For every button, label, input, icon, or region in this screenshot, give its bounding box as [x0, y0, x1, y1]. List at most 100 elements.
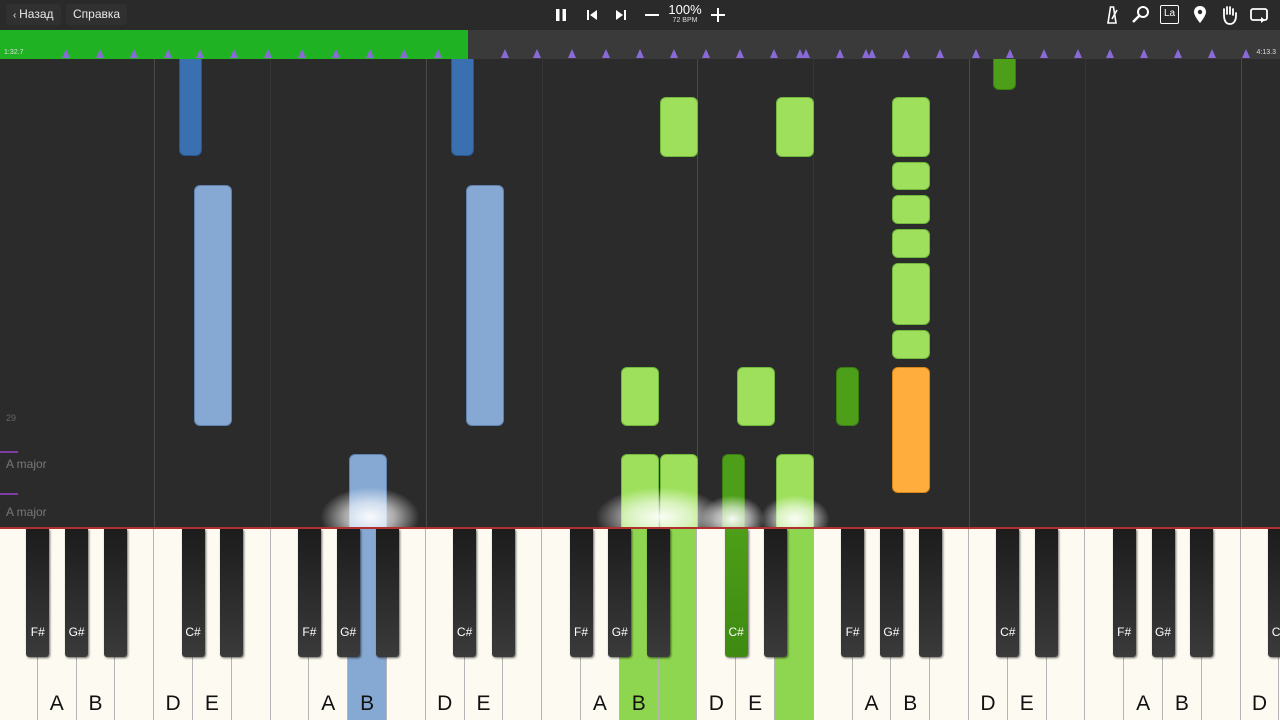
- key-label: B: [1174, 692, 1189, 715]
- black-key[interactable]: F#: [26, 529, 50, 657]
- key-label: C#: [728, 625, 744, 639]
- back-button[interactable]: ‹ Назад: [6, 4, 61, 25]
- timeline-marker: [902, 49, 910, 58]
- timeline-marker: [130, 49, 138, 58]
- black-key[interactable]: C#: [453, 529, 477, 657]
- plus-icon: [711, 8, 725, 22]
- timeline-marker: [298, 49, 306, 58]
- timeline-marker: [736, 49, 744, 58]
- black-key[interactable]: C#: [724, 529, 748, 657]
- falling-note: [836, 367, 859, 426]
- black-key[interactable]: G#: [65, 529, 89, 657]
- key-label: A: [1136, 692, 1151, 715]
- skip-back-button[interactable]: [581, 4, 603, 26]
- tempo-bpm: 72 BPM: [672, 17, 698, 24]
- location-pin-icon: [1194, 6, 1206, 23]
- measure-line: [969, 59, 970, 527]
- falling-note: [776, 454, 814, 527]
- search-button[interactable]: [1130, 4, 1152, 26]
- location-button[interactable]: [1189, 4, 1211, 26]
- key-label: C#: [185, 625, 201, 639]
- timeline-marker: [62, 49, 70, 58]
- piano-roll: A major A major 29: [0, 59, 1280, 527]
- black-key[interactable]: [763, 529, 787, 657]
- falling-note: [892, 97, 930, 157]
- timeline-marker: [230, 49, 238, 58]
- black-key[interactable]: [1035, 529, 1059, 657]
- black-key[interactable]: F#: [841, 529, 865, 657]
- label-icon: La: [1160, 5, 1179, 24]
- timeline-marker: [164, 49, 172, 58]
- falling-note: [892, 229, 930, 258]
- metronome-button[interactable]: [1101, 4, 1123, 26]
- hand-icon: [1223, 6, 1237, 25]
- key-label: E: [204, 692, 219, 715]
- beat-line: [270, 59, 271, 527]
- black-key[interactable]: G#: [336, 529, 360, 657]
- key-label: G#: [68, 625, 85, 639]
- song-timeline[interactable]: 1:32.7 4:13.3: [0, 30, 1280, 59]
- key-label: G#: [1154, 625, 1171, 639]
- highlighted-note: [892, 367, 930, 493]
- black-key[interactable]: G#: [879, 529, 903, 657]
- black-key[interactable]: [103, 529, 127, 657]
- timeline-marker: [1006, 49, 1014, 58]
- black-key[interactable]: [220, 529, 244, 657]
- falling-note: [179, 59, 202, 156]
- key-label: C#: [1000, 625, 1016, 639]
- loop-button[interactable]: [1248, 4, 1270, 26]
- skip-back-icon: [587, 10, 597, 20]
- black-key[interactable]: [375, 529, 399, 657]
- key-label: D: [1251, 692, 1268, 715]
- key-label: A: [49, 692, 64, 715]
- falling-note: [892, 195, 930, 224]
- falling-note: [892, 263, 930, 325]
- black-key[interactable]: G#: [608, 529, 632, 657]
- black-key[interactable]: C#: [181, 529, 205, 657]
- key-label: C#: [456, 625, 473, 639]
- faster-button[interactable]: [707, 4, 729, 26]
- note-labels-button[interactable]: La: [1159, 4, 1181, 26]
- timeline-marker: [770, 49, 778, 58]
- black-key[interactable]: C#: [1267, 529, 1280, 657]
- key-label: D: [437, 692, 453, 715]
- key-label: A: [864, 692, 879, 715]
- key-signature-label: A major: [6, 457, 47, 471]
- skip-forward-button[interactable]: [610, 4, 632, 26]
- key-label: B: [903, 692, 918, 715]
- key-label: C#: [1271, 625, 1280, 639]
- elapsed-time: 1:32.7: [4, 49, 24, 56]
- black-key[interactable]: F#: [297, 529, 321, 657]
- measure-line: [154, 59, 155, 527]
- black-key[interactable]: F#: [1112, 529, 1136, 657]
- timeline-marker: [670, 49, 678, 58]
- key-label: A: [321, 692, 336, 715]
- key-label: D: [980, 692, 996, 715]
- black-key[interactable]: [918, 529, 942, 657]
- black-key[interactable]: F#: [569, 529, 593, 657]
- key-label: E: [476, 692, 491, 715]
- black-key[interactable]: C#: [996, 529, 1020, 657]
- key-signature-marker: [0, 451, 18, 453]
- black-key[interactable]: [491, 529, 515, 657]
- black-key[interactable]: G#: [1151, 529, 1175, 657]
- falling-note: [892, 162, 930, 190]
- hand-button[interactable]: [1218, 4, 1240, 26]
- key-label: F#: [845, 625, 860, 639]
- top-toolbar: ‹ Назад Справка 100% 72 BPM La: [0, 0, 1280, 30]
- skip-forward-icon: [616, 10, 626, 20]
- pause-button[interactable]: [550, 4, 572, 26]
- speed-readout: 100% 72 BPM: [664, 3, 706, 25]
- black-key[interactable]: [647, 529, 671, 657]
- key-label: D: [165, 692, 181, 715]
- key-label: B: [631, 692, 646, 715]
- timeline-marker: [1106, 49, 1114, 58]
- falling-note: [349, 454, 387, 527]
- timeline-marker: [568, 49, 576, 58]
- timeline-marker: [400, 49, 408, 58]
- slower-button[interactable]: [641, 4, 663, 26]
- key-label: F#: [1117, 625, 1132, 639]
- black-key[interactable]: [1190, 529, 1214, 657]
- back-button-label: Назад: [19, 7, 54, 21]
- help-button[interactable]: Справка: [66, 4, 128, 25]
